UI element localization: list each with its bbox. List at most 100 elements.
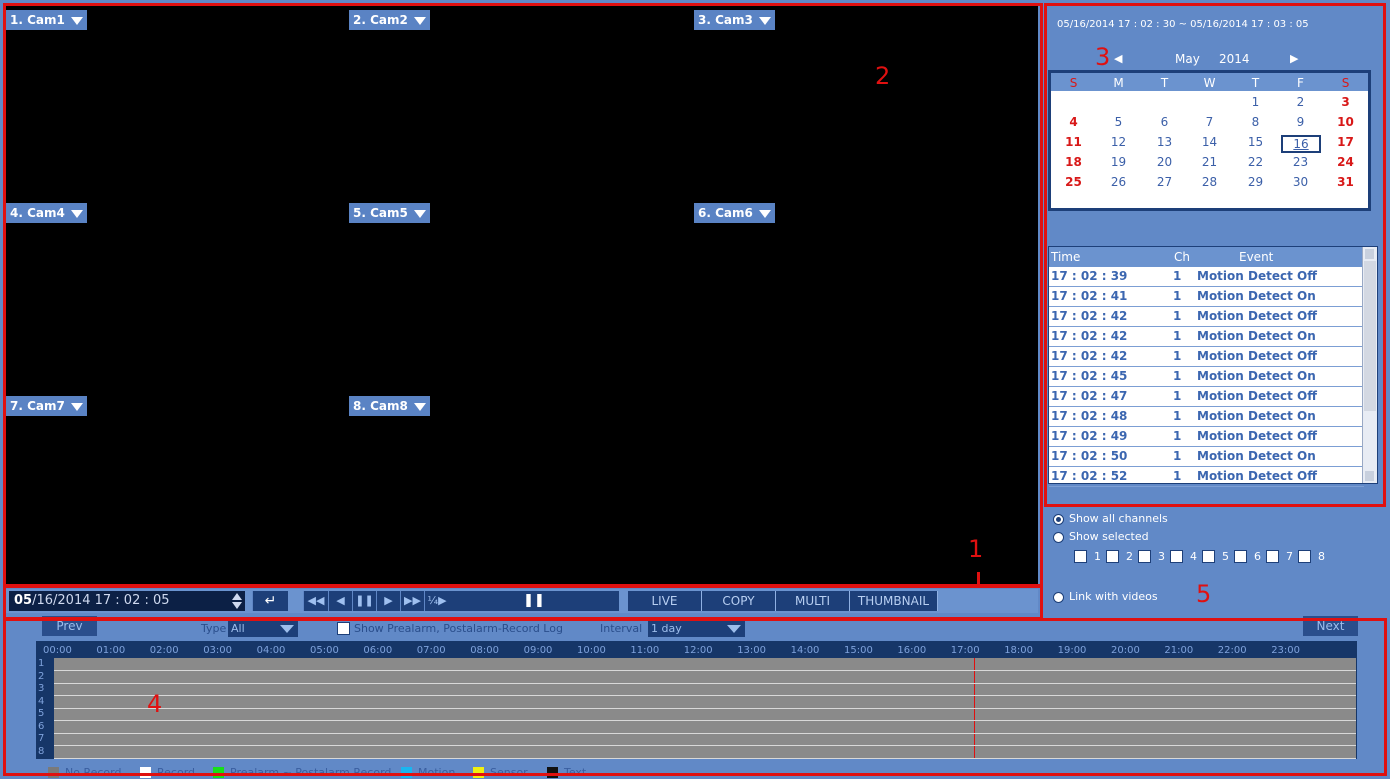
show-all-radio[interactable] (1053, 514, 1064, 525)
calendar-day[interactable]: 24 (1323, 155, 1368, 169)
calendar-day[interactable]: 11 (1051, 135, 1096, 149)
cam-label-8[interactable]: 8. Cam8 (349, 396, 430, 416)
calendar-day[interactable]: 14 (1187, 135, 1232, 149)
cam-label-2[interactable]: 2. Cam2 (349, 10, 430, 30)
search-range: 05/16/2014 17 : 02 : 30 ~ 05/16/2014 17 … (1057, 19, 1309, 30)
thumbnail-button[interactable]: THUMBNAIL (850, 591, 938, 611)
interval-select[interactable]: 1 day (648, 621, 745, 637)
calendar-day[interactable]: 18 (1051, 155, 1096, 169)
weekday-6: S (1341, 76, 1350, 90)
hour-label: 09:00 (523, 645, 553, 656)
scroll-down-icon[interactable] (1365, 471, 1374, 481)
event-row[interactable]: 17 : 02 : 49 1 Motion Detect Off (1049, 427, 1364, 447)
event-time: 17 : 02 : 42 (1051, 329, 1128, 343)
cam-label-5[interactable]: 5. Cam5 (349, 203, 430, 223)
event-row[interactable]: 17 : 02 : 47 1 Motion Detect Off (1049, 387, 1364, 407)
multi-button[interactable]: MULTI (776, 591, 850, 611)
fast-forward-button[interactable]: ▶▶ (400, 591, 424, 611)
cam-label-3[interactable]: 3. Cam3 (694, 10, 775, 30)
fast-rewind-button[interactable]: ◀◀ (303, 591, 328, 611)
timeline[interactable]: 00:00 01:00 02:00 03:00 04:00 05:00 06:00 07:00… (36, 641, 1357, 759)
pause-button[interactable]: ❚❚ (352, 591, 376, 611)
scroll-up-icon[interactable] (1365, 249, 1374, 259)
link-videos-radio[interactable] (1053, 592, 1064, 603)
live-button[interactable]: LIVE (628, 591, 702, 611)
prev-button[interactable]: Prev (42, 616, 97, 636)
datetime-input[interactable]: 05/16/2014 17 : 02 : 05 (9, 591, 245, 611)
event-row[interactable]: 17 : 02 : 42 1 Motion Detect Off (1049, 307, 1364, 327)
event-row[interactable]: 17 : 02 : 45 1 Motion Detect On (1049, 367, 1364, 387)
next-month-icon[interactable]: ▶ (1290, 52, 1298, 65)
calendar-day[interactable]: 2 (1278, 95, 1323, 109)
event-row[interactable]: 17 : 02 : 41 1 Motion Detect On (1049, 287, 1364, 307)
prev-month-icon[interactable]: ◀ (1114, 52, 1122, 65)
copy-button[interactable]: COPY (702, 591, 776, 611)
channel-checkbox-3[interactable] (1138, 550, 1151, 563)
type-select[interactable]: All (228, 621, 298, 637)
spinner-icon[interactable] (232, 593, 242, 609)
event-row[interactable]: 17 : 02 : 50 1 Motion Detect On (1049, 447, 1364, 467)
calendar[interactable]: SMTWTFS 1 2 3 4 5 6 7 8 9 10 11 12 13 14 15 16 17 18 19 20 2… (1048, 70, 1371, 211)
calendar-day[interactable]: 28 (1187, 175, 1232, 189)
channel-checkbox-2[interactable] (1106, 550, 1119, 563)
hour-label: 10:00 (577, 645, 606, 656)
type-label: Type (201, 622, 227, 635)
calendar-day[interactable]: 27 (1142, 175, 1187, 189)
calendar-day[interactable]: 15 (1233, 135, 1278, 149)
slow-play-button[interactable]: ¼▶ (424, 591, 449, 611)
annotation-4: 4 (147, 690, 163, 718)
calendar-day[interactable]: 29 (1233, 175, 1278, 189)
calendar-day[interactable]: 12 (1096, 135, 1141, 149)
video-grid[interactable]: 1. Cam1 2. Cam2 3. Cam3 4. Cam4 5. Cam5 … (6, 6, 1038, 584)
hour-label: 12:00 (683, 645, 713, 656)
calendar-day[interactable]: 5 (1096, 115, 1141, 129)
calendar-day[interactable]: 21 (1187, 155, 1232, 169)
scroll-thumb[interactable] (1364, 261, 1376, 411)
calendar-day[interactable]: 4 (1051, 115, 1096, 129)
channel-checkbox-5[interactable] (1202, 550, 1215, 563)
calendar-day[interactable]: 23 (1278, 155, 1323, 169)
calendar-day[interactable]: 10 (1323, 115, 1368, 129)
calendar-day[interactable]: 6 (1142, 115, 1187, 129)
cam-label-1[interactable]: 1. Cam1 (6, 10, 87, 30)
cam-label-6[interactable]: 6. Cam6 (694, 203, 775, 223)
calendar-day[interactable]: 7 (1187, 115, 1232, 129)
calendar-day[interactable]: 19 (1096, 155, 1141, 169)
channel-checkbox-7[interactable] (1266, 550, 1279, 563)
calendar-day[interactable]: 20 (1142, 155, 1187, 169)
calendar-day[interactable]: 16 (1281, 135, 1321, 153)
calendar-day[interactable]: 30 (1278, 175, 1323, 189)
calendar-day[interactable]: 26 (1096, 175, 1141, 189)
channel-checkbox-1[interactable] (1074, 550, 1087, 563)
event-row[interactable]: 17 : 02 : 48 1 Motion Detect On (1049, 407, 1364, 427)
go-button[interactable]: ↵ (252, 591, 288, 611)
event-row[interactable]: 17 : 02 : 42 1 Motion Detect On (1049, 327, 1364, 347)
cam-label-7[interactable]: 7. Cam7 (6, 396, 87, 416)
legend-label: Record (157, 766, 196, 779)
calendar-day[interactable]: 22 (1233, 155, 1278, 169)
calendar-day[interactable]: 17 (1323, 135, 1368, 149)
calendar-day[interactable]: 9 (1278, 115, 1323, 129)
calendar-day[interactable]: 1 (1233, 95, 1278, 109)
calendar-day[interactable]: 13 (1142, 135, 1187, 149)
next-button[interactable]: Next (1303, 616, 1358, 636)
event-row[interactable]: 17 : 02 : 39 1 Motion Detect Off (1049, 267, 1364, 287)
calendar-day[interactable]: 25 (1051, 175, 1096, 189)
rewind-button[interactable]: ◀ (328, 591, 352, 611)
play-button[interactable]: ▶ (376, 591, 400, 611)
event-scrollbar[interactable] (1362, 247, 1377, 483)
channel-checkbox-4[interactable] (1170, 550, 1183, 563)
event-list[interactable]: Time Ch Event 17 : 02 : 39 1 Motion Detect… (1048, 246, 1378, 487)
calendar-day[interactable]: 3 (1323, 95, 1368, 109)
channel-checkbox-6[interactable] (1234, 550, 1247, 563)
calendar-day[interactable]: 8 (1233, 115, 1278, 129)
timeline-grid[interactable] (54, 658, 1356, 759)
cam-label-4[interactable]: 4. Cam4 (6, 203, 87, 223)
event-row[interactable]: 17 : 02 : 42 1 Motion Detect Off (1049, 347, 1364, 367)
show-selected-radio[interactable] (1053, 532, 1064, 543)
prealarm-log-checkbox[interactable] (337, 622, 350, 635)
event-row[interactable]: 17 : 02 : 52 1 Motion Detect Off (1049, 467, 1364, 487)
channel-checkbox-8[interactable] (1298, 550, 1311, 563)
calendar-day[interactable]: 31 (1323, 175, 1368, 189)
event-time: 17 : 02 : 50 (1051, 449, 1128, 463)
